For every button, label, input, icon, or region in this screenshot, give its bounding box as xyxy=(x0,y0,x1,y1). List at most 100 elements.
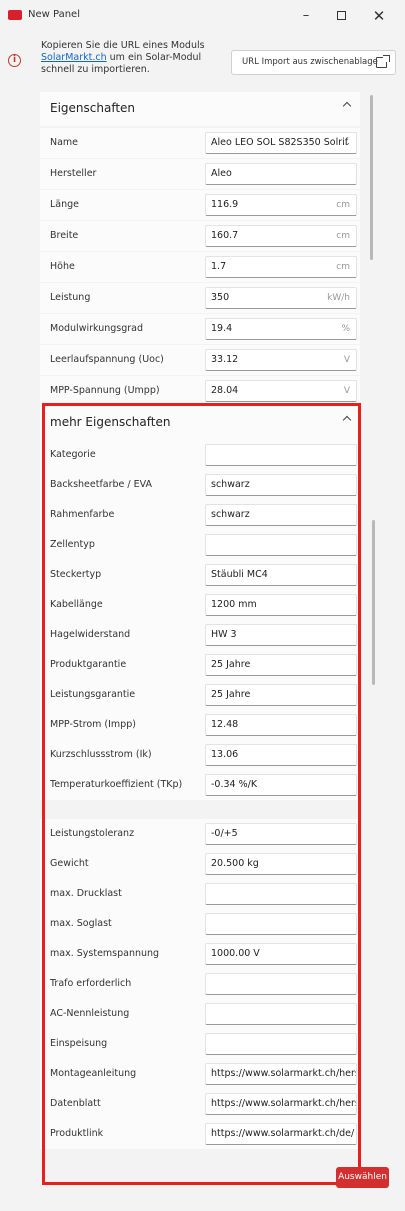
property-input[interactable]: https://www.solarmarkt.ch/hers xyxy=(205,1063,357,1085)
property-row-name: Name Aleo LEO SOL S82S350 Solrif ⌄ xyxy=(40,128,360,158)
property-input[interactable]: Stäubli MC4 xyxy=(205,564,357,586)
info-icon: i xyxy=(8,54,21,67)
window-title: New Panel xyxy=(28,9,80,20)
property-row-backsheetfarbe-eva: Backsheetfarbe / EVA schwarz xyxy=(40,470,360,500)
properties-header[interactable]: Eigenschaften xyxy=(40,92,360,126)
property-input[interactable]: 1200 mm xyxy=(205,594,357,616)
property-input[interactable]: Aleo xyxy=(205,163,357,185)
property-value: schwarz xyxy=(211,509,250,520)
property-input[interactable]: 28.04 V xyxy=(205,380,357,402)
property-value: Aleo LEO SOL S82S350 Solrif xyxy=(211,137,349,148)
property-value: 19.4 xyxy=(211,323,233,334)
property-input[interactable]: HW 3 xyxy=(205,624,357,646)
property-label: Name xyxy=(50,137,79,148)
property-input[interactable]: 116.9 cm xyxy=(205,194,357,216)
scrollbar-more-properties[interactable] xyxy=(372,520,375,685)
property-label: Modulwirkungsgrad xyxy=(50,323,144,334)
property-value: 28.04 xyxy=(211,385,239,396)
property-input[interactable]: 1000.00 V xyxy=(205,943,357,965)
property-input[interactable]: 33.12 V xyxy=(205,349,357,371)
property-input[interactable]: https://www.solarmarkt.ch/de/ xyxy=(205,1123,357,1145)
properties-title: Eigenschaften xyxy=(50,101,136,115)
close-button[interactable]: ✕ xyxy=(365,4,393,28)
chevron-up-icon[interactable] xyxy=(342,101,352,111)
property-row-länge: Länge 116.9 cm xyxy=(40,190,360,220)
property-row-kabellänge: Kabellänge 1200 mm xyxy=(40,590,360,620)
property-row-hagelwiderstand: Hagelwiderstand HW 3 xyxy=(40,620,360,650)
property-label: Breite xyxy=(50,230,79,241)
property-input[interactable]: 13.06 xyxy=(205,744,357,766)
property-value: -0.34 %/K xyxy=(211,779,258,790)
property-value: 25 Jahre xyxy=(211,659,251,670)
property-value: 116.9 xyxy=(211,199,239,210)
property-label: Zellentyp xyxy=(50,539,95,550)
property-row-montageanleitung: Montageanleitung https://www.solarmarkt.c… xyxy=(40,1059,360,1089)
property-input[interactable]: 25 Jahre xyxy=(205,654,357,676)
property-label: Produktgarantie xyxy=(50,659,127,670)
property-input[interactable] xyxy=(205,1033,357,1055)
property-input[interactable]: 350 kW/h xyxy=(205,287,357,309)
property-row-max-systemspannung: max. Systemspannung 1000.00 V xyxy=(40,939,360,969)
maximize-icon xyxy=(336,11,346,20)
url-import-button[interactable]: URL Import aus zwischenablage xyxy=(231,50,396,75)
property-label: max. Systemspannung xyxy=(50,948,160,959)
property-row-breite: Breite 160.7 cm xyxy=(40,221,360,251)
property-input[interactable]: -0.34 %/K xyxy=(205,774,357,796)
property-input[interactable]: 1.7 cm xyxy=(205,256,357,278)
import-info: i Kopieren Sie die URL eines Moduls Sola… xyxy=(8,40,398,100)
property-label: max. Drucklast xyxy=(50,888,122,899)
property-row-trafo-erforderlich: Trafo erforderlich xyxy=(40,969,360,999)
property-value: 1000.00 V xyxy=(211,948,260,959)
property-label: Produktlink xyxy=(50,1128,104,1139)
minimize-button[interactable]: – xyxy=(292,4,320,28)
property-input[interactable]: 160.7 cm xyxy=(205,225,357,247)
property-row-steckertyp: Steckertyp Stäubli MC4 xyxy=(40,560,360,590)
property-input[interactable] xyxy=(205,973,357,995)
property-label: Trafo erforderlich xyxy=(50,978,132,989)
property-value: 350 xyxy=(211,292,230,303)
property-label: Gewicht xyxy=(50,858,89,869)
unit-label: kW/h xyxy=(327,293,350,303)
property-input[interactable] xyxy=(205,913,357,935)
property-label: MPP-Strom (Impp) xyxy=(50,719,136,730)
property-label: Höhe xyxy=(50,261,75,272)
property-input[interactable]: 25 Jahre xyxy=(205,684,357,706)
select-button[interactable]: Auswählen xyxy=(336,1167,389,1188)
property-input[interactable]: https://www.solarmarkt.ch/hers xyxy=(205,1093,357,1115)
property-input[interactable]: schwarz xyxy=(205,504,357,526)
property-input[interactable]: -0/+5 xyxy=(205,823,357,845)
paste-link-icon xyxy=(376,55,390,68)
property-label: Leistung xyxy=(50,292,91,303)
property-row-höhe: Höhe 1.7 cm xyxy=(40,252,360,282)
property-input[interactable]: 19.4% xyxy=(205,318,357,340)
property-value: 12.48 xyxy=(211,719,239,730)
property-row-mpp-spannung-umpp: MPP-Spannung (Umpp) 28.04 V xyxy=(40,376,360,406)
property-row-rahmenfarbe: Rahmenfarbe schwarz xyxy=(40,500,360,530)
name-dropdown[interactable]: Aleo LEO SOL S82S350 Solrif ⌄ xyxy=(205,132,357,154)
property-input[interactable] xyxy=(205,444,357,466)
property-value: 13.06 xyxy=(211,749,239,760)
property-input[interactable]: 20.500 kg xyxy=(205,853,357,875)
property-label: Leistungstoleranz xyxy=(50,828,135,839)
property-row-mpp-strom-impp: MPP-Strom (Impp) 12.48 xyxy=(40,710,360,740)
property-value: 160.7 xyxy=(211,230,239,241)
property-input[interactable]: schwarz xyxy=(205,474,357,496)
scrollbar-properties[interactable] xyxy=(370,95,373,260)
chevron-up-icon[interactable] xyxy=(342,415,352,425)
unit-label: V xyxy=(343,355,350,365)
property-row-kurzschlussstrom-ik: Kurzschlussstrom (Ik) 13.06 xyxy=(40,740,360,770)
property-input[interactable]: 12.48 xyxy=(205,714,357,736)
property-row-kategorie: Kategorie xyxy=(40,440,360,470)
solarmarkt-link[interactable]: SolarMarkt.ch xyxy=(41,52,107,63)
property-input[interactable] xyxy=(205,1003,357,1025)
property-input[interactable] xyxy=(205,883,357,905)
maximize-button[interactable] xyxy=(327,4,355,28)
property-row-temperaturkoeffizient-tkp: Temperaturkoeffizient (TKp) -0.34 %/K xyxy=(40,770,360,800)
property-row-datenblatt: Datenblatt https://www.solarmarkt.ch/hers xyxy=(40,1089,360,1119)
property-input[interactable] xyxy=(205,534,357,556)
property-row-hersteller: Hersteller Aleo xyxy=(40,159,360,189)
property-label: Backsheetfarbe / EVA xyxy=(50,479,153,490)
property-value: https://www.solarmarkt.ch/de/ xyxy=(211,1128,355,1139)
property-row-max-soglast: max. Soglast xyxy=(40,909,360,939)
more-properties-header[interactable]: mehr Eigenschaften xyxy=(40,406,360,440)
